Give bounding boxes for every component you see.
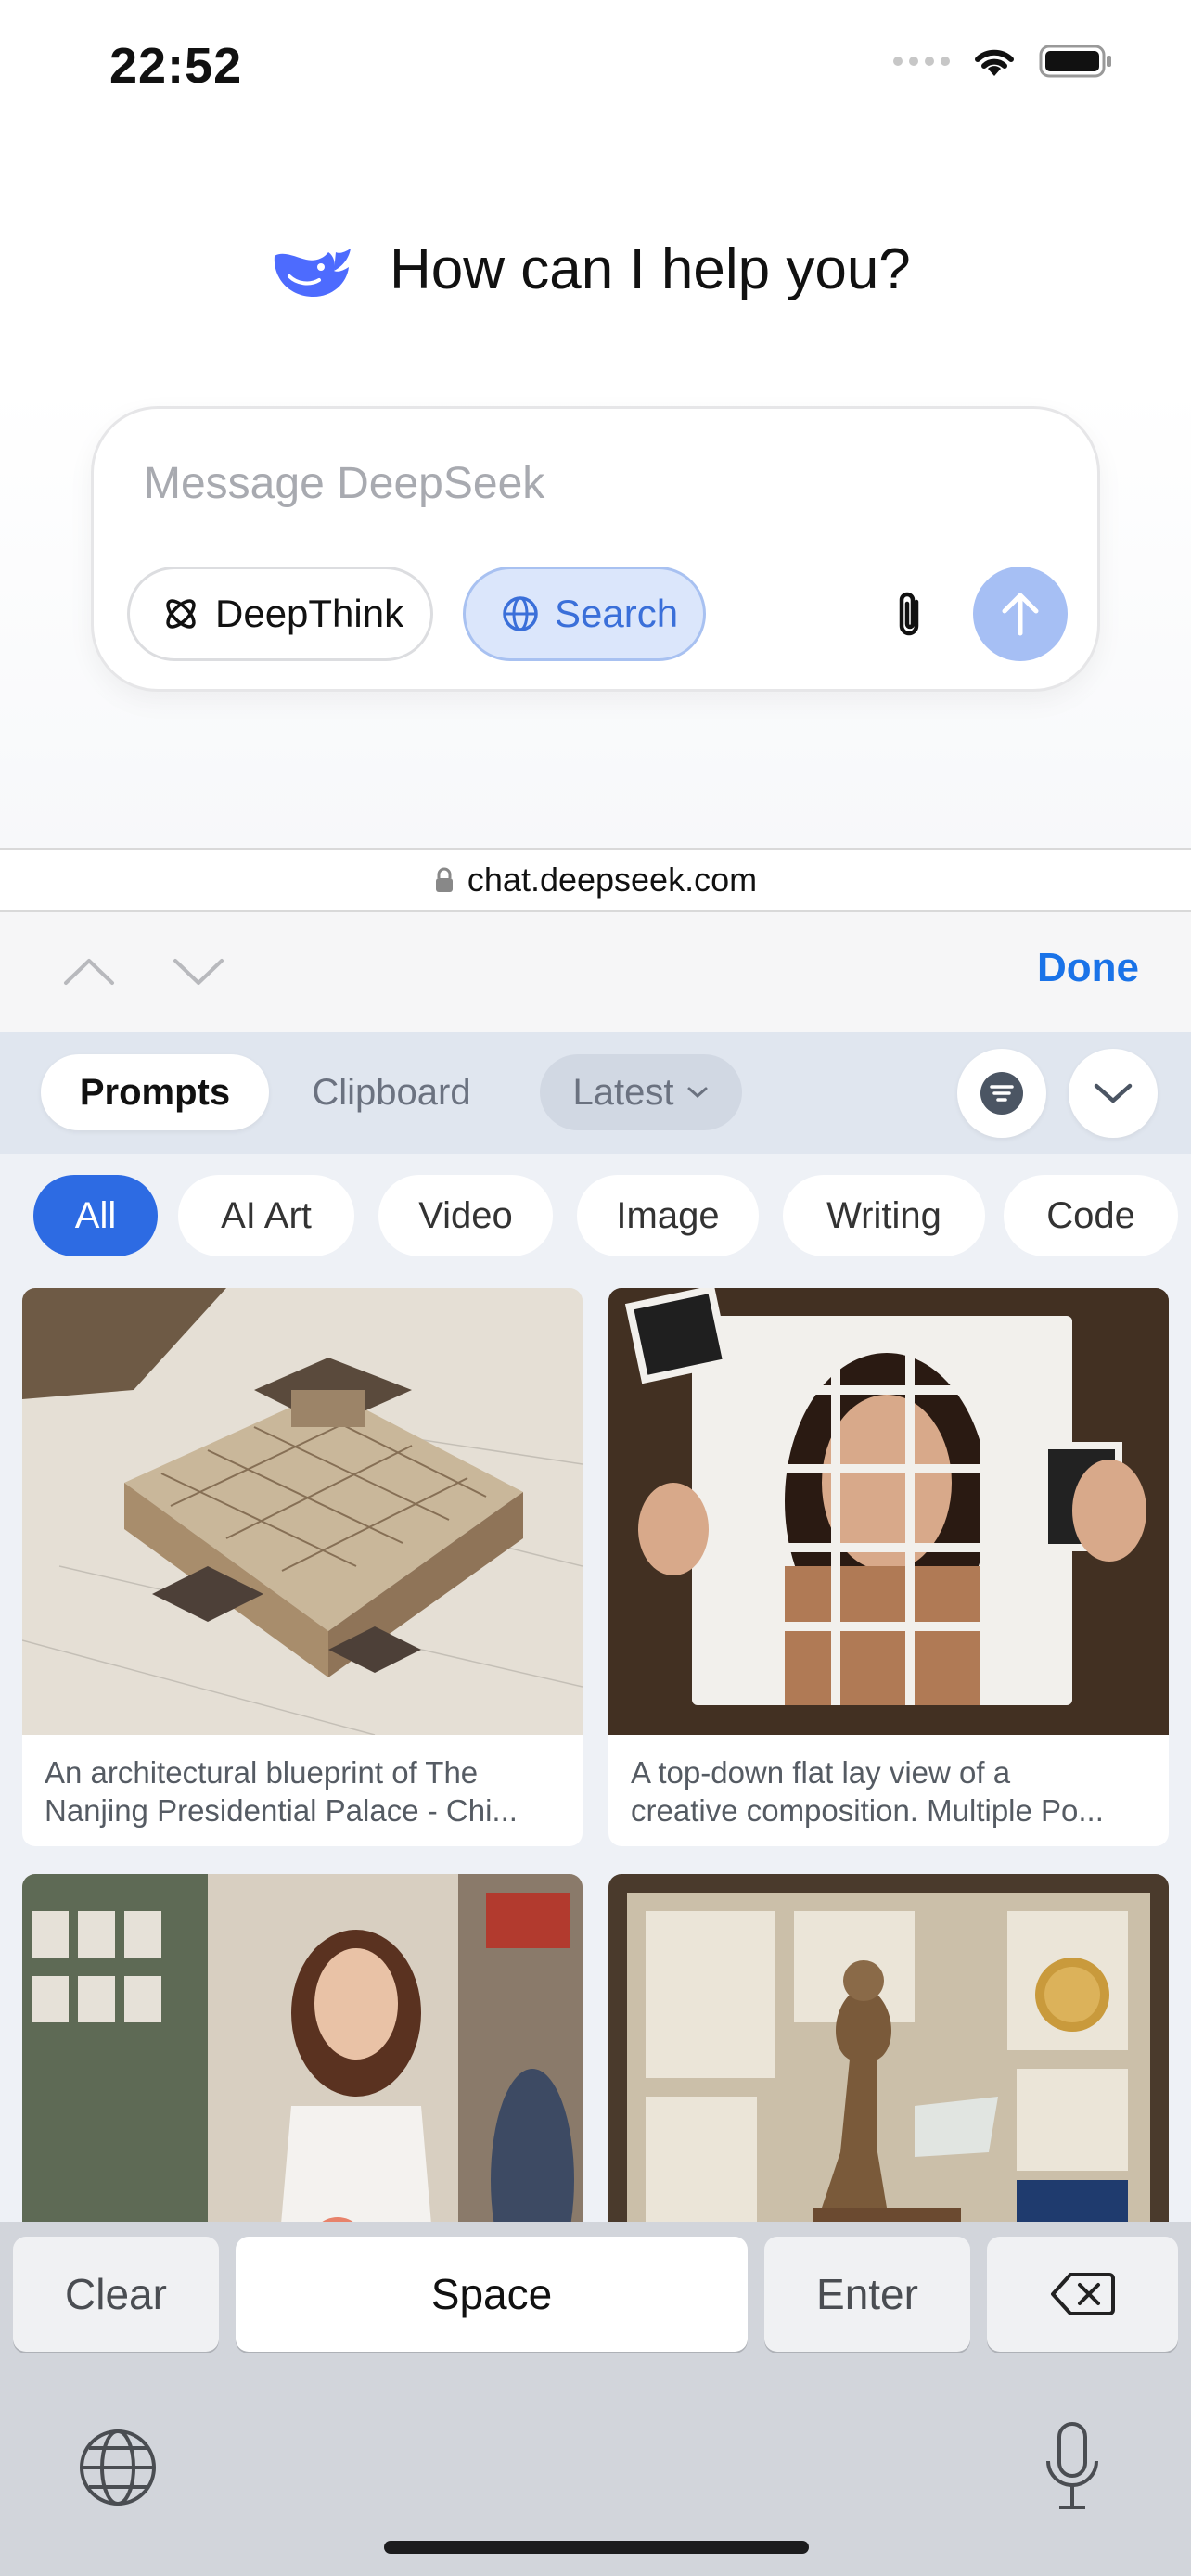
chevron-down-icon [687, 1087, 708, 1099]
arrow-up-icon [1002, 593, 1039, 636]
search-label: Search [555, 592, 679, 635]
url-text: chat.deepseek.com [467, 861, 758, 899]
tab-prompts[interactable]: Prompts [41, 1054, 269, 1130]
card-caption: An architectural blueprint of The Nanjin… [45, 1755, 518, 1828]
deepthink-label: DeepThink [215, 592, 404, 635]
send-button[interactable] [973, 567, 1068, 661]
chevron-down-icon [1094, 1083, 1133, 1103]
panel-tab-bar: Prompts Clipboard Latest [0, 1032, 1191, 1154]
space-key[interactable]: Space [236, 2237, 748, 2352]
status-icons [893, 43, 1113, 80]
next-field-button[interactable] [161, 939, 236, 1004]
search-toggle[interactable]: Search [463, 567, 706, 661]
filter-button[interactable] [957, 1049, 1046, 1138]
category-writing[interactable]: Writing [783, 1175, 985, 1256]
category-video[interactable]: Video [378, 1175, 553, 1256]
atom-icon [166, 599, 196, 629]
status-bar: 22:52 [0, 0, 1191, 139]
keyboard: Clear Space Enter [0, 2222, 1191, 2576]
prompt-library-panel: Prompts Clipboard Latest All AI Art Vide… [0, 1032, 1191, 2222]
card-image [608, 1288, 1169, 1735]
cellular-signal-icon [893, 57, 950, 66]
deepthink-toggle[interactable]: DeepThink [127, 567, 433, 661]
category-all[interactable]: All [33, 1175, 158, 1256]
category-code[interactable]: Code [1004, 1175, 1178, 1256]
prompt-card[interactable]: An architectural blueprint of The Nanjin… [22, 1288, 583, 1846]
clear-key[interactable]: Clear [13, 2237, 219, 2352]
lock-icon [435, 867, 453, 892]
battery-icon [1039, 45, 1111, 78]
paperclip-icon [899, 592, 919, 636]
delete-key[interactable] [987, 2237, 1178, 2352]
filter-icon [980, 1072, 1023, 1115]
card-image [22, 1288, 583, 1735]
hero-header: How can I help you? [269, 236, 911, 302]
done-button[interactable]: Done [1037, 945, 1139, 991]
message-input[interactable] [144, 450, 932, 516]
prompt-card[interactable]: A top-down flat lay view of a creative c… [608, 1288, 1169, 1846]
prompt-card[interactable] [22, 1874, 583, 2222]
globe-icon [503, 596, 538, 631]
keyboard-accessory-bar: Done [0, 912, 1191, 1032]
chat-home: How can I help you? DeepThink Search [0, 139, 1191, 848]
chevron-down-icon [173, 959, 224, 985]
tab-clipboard[interactable]: Clipboard [278, 1054, 505, 1130]
sort-label: Latest [572, 1071, 674, 1113]
sort-dropdown[interactable]: Latest [540, 1054, 742, 1130]
prompt-card[interactable] [608, 1874, 1169, 2222]
deepseek-logo-icon [274, 248, 351, 297]
card-image [22, 1874, 583, 2222]
message-composer: DeepThink Search [91, 406, 1100, 692]
chevron-up-icon [64, 959, 114, 985]
enter-key[interactable]: Enter [764, 2237, 970, 2352]
status-time: 22:52 [109, 38, 243, 94]
url-bar[interactable]: chat.deepseek.com [0, 848, 1191, 912]
globe-icon[interactable] [74, 2424, 161, 2511]
attach-button[interactable] [869, 574, 951, 656]
hero-title: How can I help you? [390, 237, 911, 301]
card-image [608, 1874, 1169, 2222]
card-caption: A top-down flat lay view of a creative c… [631, 1755, 1104, 1828]
home-indicator [384, 2541, 809, 2554]
backspace-icon [1051, 2273, 1115, 2315]
previous-field-button[interactable] [52, 939, 126, 1004]
category-ai-art[interactable]: AI Art [178, 1175, 354, 1256]
microphone-icon[interactable] [1043, 2420, 1102, 2517]
category-image[interactable]: Image [577, 1175, 759, 1256]
collapse-panel-button[interactable] [1069, 1049, 1158, 1138]
wifi-icon [975, 49, 1014, 76]
category-filter-row: All AI Art Video Image Writing Code [0, 1175, 1191, 1262]
